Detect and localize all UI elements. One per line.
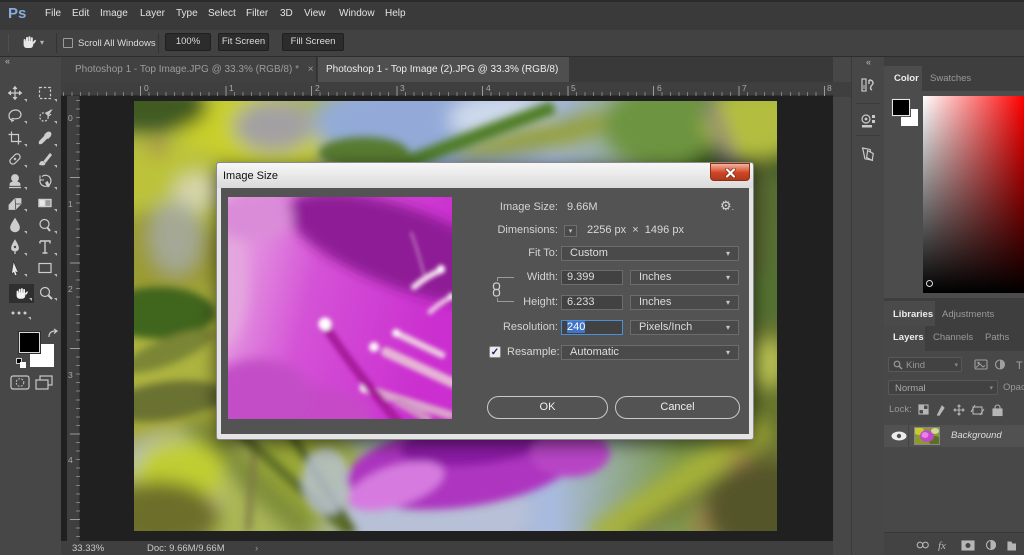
svg-text:T: T <box>1016 360 1023 372</box>
svg-text:fx: fx <box>938 540 946 551</box>
